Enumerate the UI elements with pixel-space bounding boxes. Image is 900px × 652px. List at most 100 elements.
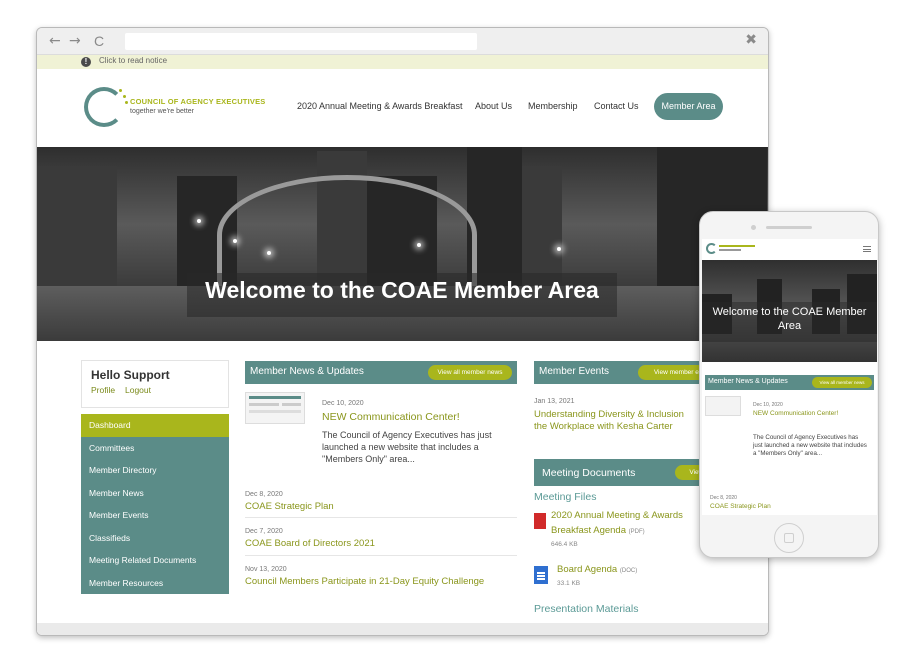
- website-page: COUNCIL OF AGENCY EXECUTIVES together we…: [37, 69, 768, 635]
- nav-annual-meeting[interactable]: 2020 Annual Meeting & Awards Breakfast: [297, 101, 462, 111]
- doc-icon-line: [537, 578, 545, 580]
- hero-building: [37, 166, 117, 286]
- events-section-header: Member Events View member ev: [534, 361, 718, 384]
- logo-ring-icon: [84, 87, 124, 127]
- news-heading: Member News & Updates: [250, 366, 364, 377]
- news-date: Dec 10, 2020: [322, 400, 364, 407]
- member-area-button[interactable]: Member Area: [654, 93, 723, 120]
- user-greeting-card: Hello Support Profile Logout: [81, 360, 229, 408]
- file-size: 646.4 KB: [551, 541, 578, 548]
- mobile-hero-title: Welcome to the COAE Member Area: [712, 306, 867, 332]
- documents-section-header: Meeting Documents View m: [534, 459, 725, 486]
- news-featured-title[interactable]: NEW Communication Center!: [322, 411, 460, 423]
- thumbnail-bar: [249, 403, 279, 406]
- hamburger-menu-bar: [863, 248, 871, 250]
- desktop-browser-window: ← → C ✖ ! Click to read notice COUNCIL O…: [36, 27, 769, 636]
- page-footer-strip: [37, 623, 768, 635]
- notice-bar[interactable]: ! Click to read notice: [37, 55, 768, 69]
- file-title-line1[interactable]: Board Agenda (DOC): [557, 564, 637, 575]
- presentation-materials-heading: Presentation Materials: [534, 603, 639, 615]
- news-item-title[interactable]: COAE Board of Directors 2021: [245, 538, 375, 549]
- sidebar-item-member-events[interactable]: Member Events: [81, 504, 229, 527]
- notice-text[interactable]: Click to read notice: [99, 56, 167, 65]
- street-light: [197, 219, 201, 223]
- event-date: Jan 13, 2021: [534, 398, 575, 405]
- logo-tagline: together we're better: [130, 108, 194, 115]
- news-item-title[interactable]: Council Members Participate in 21-Day Eq…: [245, 576, 484, 587]
- street-light: [233, 239, 237, 243]
- back-arrow-icon[interactable]: ←: [49, 33, 61, 49]
- sidebar-item-member-directory[interactable]: Member Directory: [81, 459, 229, 482]
- forward-arrow-icon[interactable]: →: [69, 33, 81, 49]
- meeting-files-heading: Meeting Files: [534, 491, 597, 503]
- hero-building: [522, 166, 562, 286]
- street-light: [417, 243, 421, 247]
- mobile-phone-frame: Welcome to the COAE Member Area Member N…: [699, 211, 879, 558]
- sidebar-item-meeting-documents[interactable]: Meeting Related Documents: [81, 549, 229, 572]
- file-type: (DOC): [619, 568, 638, 574]
- mobile-news-excerpt: The Council of Agency Executives has jus…: [753, 434, 867, 457]
- phone-screen: Welcome to the COAE Member Area Member N…: [702, 239, 877, 515]
- file-title-text[interactable]: Board Agenda: [557, 564, 617, 575]
- profile-link[interactable]: Profile: [91, 385, 115, 395]
- logo-name: COUNCIL OF AGENCY EXECUTIVES: [130, 97, 266, 106]
- nav-contact-us[interactable]: Contact Us: [594, 101, 639, 111]
- doc-icon-line: [537, 575, 545, 577]
- street-light: [557, 247, 561, 251]
- view-all-news-button[interactable]: View all member news: [428, 365, 512, 380]
- mobile-news-date: Dec 10, 2020: [753, 402, 783, 408]
- reload-icon[interactable]: C: [94, 33, 104, 49]
- doc-icon: [534, 566, 548, 584]
- news-item-title[interactable]: COAE Strategic Plan: [245, 501, 334, 512]
- news-thumbnail[interactable]: [245, 392, 305, 424]
- news-date: Dec 8, 2020: [245, 491, 283, 498]
- mobile-view-all-news-button[interactable]: View all member news: [812, 377, 872, 388]
- documents-heading: Meeting Documents: [542, 467, 636, 479]
- mobile-logo-tagline: [719, 249, 741, 251]
- street-light: [267, 251, 271, 255]
- divider: [245, 517, 517, 518]
- file-title-line1[interactable]: 2020 Annual Meeting & Awards: [551, 510, 683, 521]
- mobile-news-title[interactable]: NEW Communication Center!: [753, 410, 838, 417]
- sidebar-item-committees[interactable]: Committees: [81, 437, 229, 460]
- pdf-icon: [534, 513, 546, 529]
- news-section-header: Member News & Updates View all member ne…: [245, 361, 517, 384]
- file-type: (PDF): [628, 529, 645, 535]
- nav-membership[interactable]: Membership: [528, 101, 578, 111]
- event-title-line1[interactable]: Understanding Diversity & Inclusion: [534, 409, 684, 420]
- sidebar-item-dashboard[interactable]: Dashboard: [81, 414, 229, 437]
- hero-banner: Welcome to the COAE Member Area: [37, 147, 768, 341]
- mobile-hero-banner: Welcome to the COAE Member Area: [702, 260, 877, 362]
- logout-link[interactable]: Logout: [125, 385, 151, 395]
- phone-speaker: [766, 226, 812, 229]
- logo-dot: [125, 101, 128, 104]
- mobile-news-heading: Member News & Updates: [708, 378, 788, 385]
- doc-icon-line: [537, 572, 545, 574]
- news-date: Dec 7, 2020: [245, 528, 283, 535]
- address-bar[interactable]: [125, 33, 477, 50]
- user-greeting: Hello Support: [91, 368, 170, 382]
- nav-about-us[interactable]: About Us: [475, 101, 512, 111]
- file-title-line2[interactable]: Breakfast Agenda (PDF): [551, 525, 645, 536]
- close-icon[interactable]: ✖: [745, 32, 757, 48]
- logo-dot: [123, 95, 126, 98]
- thumbnail-bar: [249, 410, 301, 413]
- file-title-text[interactable]: Breakfast Agenda: [551, 525, 626, 536]
- events-heading: Member Events: [539, 366, 610, 377]
- mobile-news-date: Dec 8, 2020: [710, 495, 737, 501]
- sidebar-item-member-resources[interactable]: Member Resources: [81, 572, 229, 595]
- mobile-news-thumbnail[interactable]: [705, 396, 741, 416]
- news-featured-excerpt: The Council of Agency Executives has jus…: [322, 430, 492, 464]
- file-size: 33.1 KB: [557, 580, 581, 587]
- mobile-logo-icon[interactable]: [706, 243, 717, 254]
- mobile-news-header: Member News & Updates View all member ne…: [705, 375, 874, 390]
- sidebar-item-member-news[interactable]: Member News: [81, 482, 229, 505]
- event-title-line2[interactable]: the Workplace with Kesha Carter: [534, 421, 673, 432]
- hero-title: Welcome to the COAE Member Area: [205, 277, 599, 303]
- sidebar-item-classifieds[interactable]: Classifieds: [81, 527, 229, 550]
- divider: [245, 555, 517, 556]
- news-date: Nov 13, 2020: [245, 566, 287, 573]
- mobile-news-title[interactable]: COAE Strategic Plan: [710, 503, 771, 510]
- info-icon: !: [81, 57, 91, 67]
- sidebar-menu: Dashboard Committees Member Directory Me…: [81, 414, 229, 594]
